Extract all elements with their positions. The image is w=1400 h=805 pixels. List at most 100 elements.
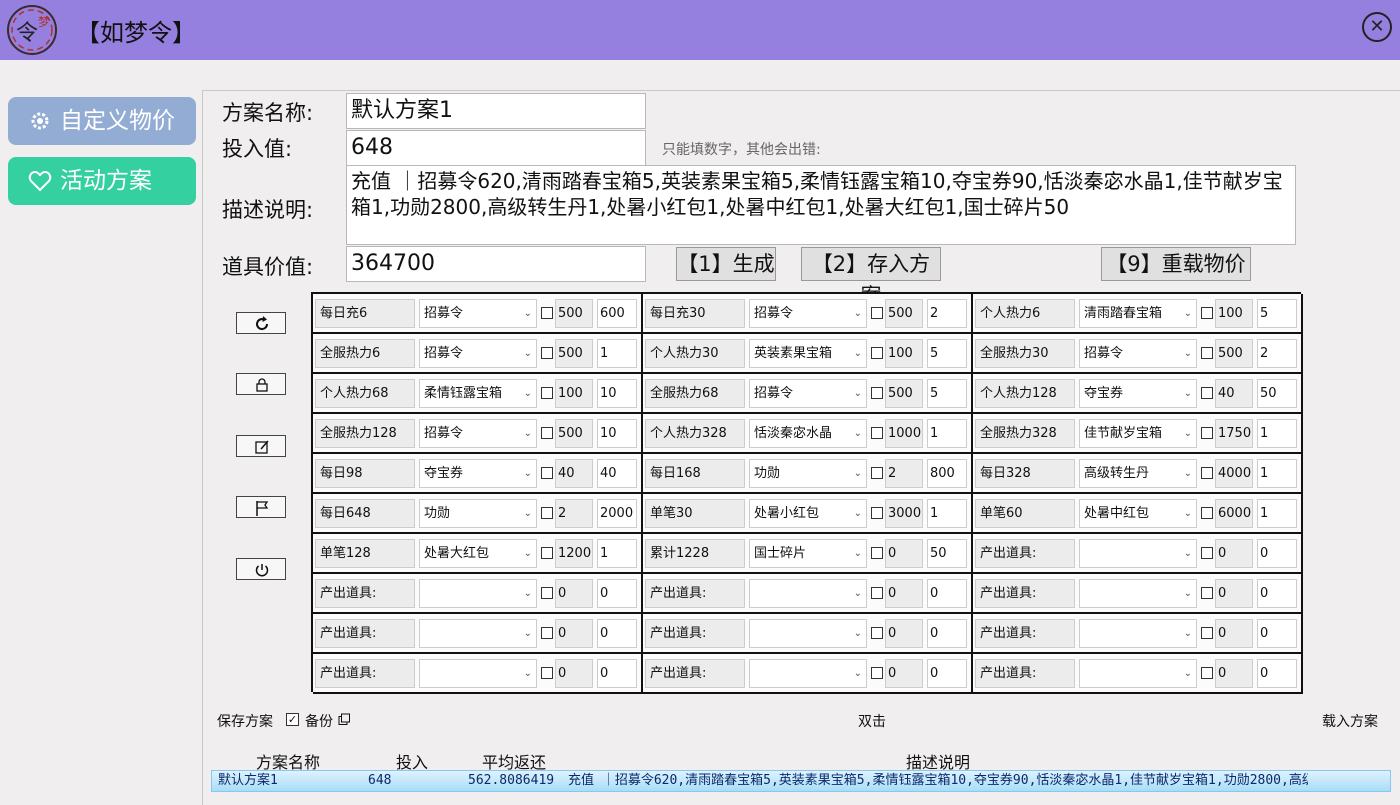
cell-quantity[interactable]: 5 [927,339,967,368]
cell-unit-value[interactable]: 0 [555,659,593,688]
cell-unit-value[interactable]: 0 [1215,659,1253,688]
cell-quantity[interactable]: 2 [927,299,967,328]
cell-item-select[interactable]: ⌄ [419,579,537,608]
cell-quantity[interactable]: 10 [597,419,637,448]
cell-quantity[interactable]: 0 [927,579,967,608]
cell-source-name[interactable]: 产出道具: [975,539,1075,568]
cell-unit-value[interactable]: 100 [1215,299,1253,328]
cell-unit-value[interactable]: 0 [555,619,593,648]
cell-checkbox[interactable] [871,507,883,519]
cell-unit-value[interactable]: 12000 [555,539,593,568]
cell-item-select[interactable]: ⌄ [1079,619,1197,648]
cell-item-select[interactable]: 功勋 ⌄ [749,459,867,488]
cell-checkbox[interactable] [541,587,553,599]
cell-item-select[interactable]: ⌄ [1079,539,1197,568]
cell-quantity[interactable]: 0 [927,659,967,688]
cell-quantity[interactable]: 2000 [597,499,637,528]
cell-checkbox[interactable] [1201,307,1213,319]
cell-quantity[interactable]: 2 [1257,339,1297,368]
cell-source-name[interactable]: 每日648 [315,499,415,528]
cell-unit-value[interactable]: 1000 [885,419,923,448]
backup-checkbox[interactable]: ✓ [286,713,299,726]
cell-checkbox[interactable] [871,387,883,399]
copy-icon[interactable] [338,713,351,726]
cell-quantity[interactable]: 0 [597,659,637,688]
plan-name-input[interactable]: 默认方案1 [346,93,646,129]
cell-unit-value[interactable]: 0 [555,579,593,608]
cell-item-select[interactable]: ⌄ [749,659,867,688]
cell-item-select[interactable]: ⌄ [1079,659,1197,688]
cell-unit-value[interactable]: 500 [555,339,593,368]
cell-source-name[interactable]: 全服热力68 [645,379,745,408]
cell-checkbox[interactable] [1201,547,1213,559]
cell-source-name[interactable]: 个人热力128 [975,379,1075,408]
cell-unit-value[interactable]: 0 [885,659,923,688]
cell-checkbox[interactable] [871,307,883,319]
cell-quantity[interactable]: 5 [1257,299,1297,328]
cell-quantity[interactable]: 1 [597,539,637,568]
cell-quantity[interactable]: 0 [1257,539,1297,568]
cell-item-select[interactable]: ⌄ [419,619,537,648]
cell-checkbox[interactable] [871,347,883,359]
cell-checkbox[interactable] [541,627,553,639]
cell-unit-value[interactable]: 500 [885,299,923,328]
cell-source-name[interactable]: 单笔30 [645,499,745,528]
cell-source-name[interactable]: 个人热力6 [975,299,1075,328]
cell-source-name[interactable]: 个人热力30 [645,339,745,368]
cell-unit-value[interactable]: 0 [885,579,923,608]
cell-checkbox[interactable] [1201,587,1213,599]
cell-checkbox[interactable] [1201,387,1213,399]
cell-item-select[interactable]: 功勋 ⌄ [419,499,537,528]
edit-button[interactable] [236,435,286,457]
cell-quantity[interactable]: 600 [597,299,637,328]
cell-checkbox[interactable] [541,387,553,399]
cell-checkbox[interactable] [541,427,553,439]
cell-quantity[interactable]: 1 [927,499,967,528]
cell-quantity[interactable]: 1 [1257,459,1297,488]
cell-item-select[interactable]: ⌄ [749,579,867,608]
cell-item-select[interactable]: 处暑小红包 ⌄ [749,499,867,528]
cell-source-name[interactable]: 全服热力328 [975,419,1075,448]
cell-checkbox[interactable] [871,467,883,479]
cell-unit-value[interactable]: 100 [555,379,593,408]
cell-item-select[interactable]: ⌄ [749,619,867,648]
save-plan-button[interactable]: 【2】存入方案 [801,247,941,308]
cell-checkbox[interactable] [871,427,883,439]
cell-unit-value[interactable]: 0 [1215,539,1253,568]
cell-quantity[interactable]: 5 [927,379,967,408]
cell-quantity[interactable]: 40 [597,459,637,488]
cell-item-select[interactable]: 招募令 ⌄ [419,419,537,448]
cell-checkbox[interactable] [541,307,553,319]
cell-quantity[interactable]: 1 [1257,499,1297,528]
cell-source-name[interactable]: 每日充30 [645,299,745,328]
cell-unit-value[interactable]: 40 [1215,379,1253,408]
cell-item-select[interactable]: 招募令 ⌄ [419,339,537,368]
cell-checkbox[interactable] [541,507,553,519]
cell-unit-value[interactable]: 500 [1215,339,1253,368]
cell-checkbox[interactable] [1201,627,1213,639]
cell-source-name[interactable]: 每日充6 [315,299,415,328]
cell-item-select[interactable]: 处暑大红包 ⌄ [419,539,537,568]
save-plan-label[interactable]: 保存方案 [217,711,273,731]
reload-prices-button[interactable]: 【9】重载物价 [1101,247,1251,281]
cell-quantity[interactable]: 1 [927,419,967,448]
cell-checkbox[interactable] [1201,507,1213,519]
cell-unit-value[interactable]: 40 [555,459,593,488]
refresh-button[interactable] [236,312,286,334]
cell-item-select[interactable]: 夺宝券 ⌄ [1079,379,1197,408]
cell-checkbox[interactable] [871,667,883,679]
cell-source-name[interactable]: 全服热力6 [315,339,415,368]
cell-unit-value[interactable]: 0 [885,619,923,648]
cell-source-name[interactable]: 产出道具: [975,619,1075,648]
cell-checkbox[interactable] [1201,667,1213,679]
sidebar-item-custom-price[interactable]: 自定义物价 [8,97,196,145]
flag-button[interactable] [236,496,286,518]
cell-quantity[interactable]: 800 [927,459,967,488]
cell-source-name[interactable]: 个人热力328 [645,419,745,448]
cell-checkbox[interactable] [871,587,883,599]
cell-checkbox[interactable] [1201,467,1213,479]
cell-unit-value[interactable]: 0 [885,539,923,568]
cell-item-select[interactable]: 处暑中红包 ⌄ [1079,499,1197,528]
cell-quantity[interactable]: 0 [1257,619,1297,648]
cell-unit-value[interactable]: 0 [1215,619,1253,648]
